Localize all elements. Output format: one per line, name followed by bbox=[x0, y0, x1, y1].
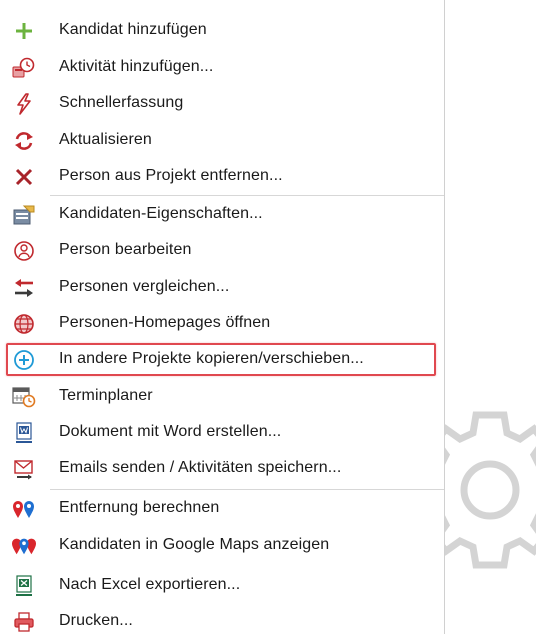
menu-item-person-bearbeiten[interactable]: Person bearbeiten bbox=[0, 233, 444, 269]
menu-item-label: Personen-Homepages öffnen bbox=[59, 314, 271, 331]
gear-watermark-icon bbox=[430, 411, 536, 569]
menu-item-emails-senden[interactable]: Emails senden / Aktivitäten speichern... bbox=[0, 451, 444, 487]
menu-item-personen-vergleichen[interactable]: Personen vergleichen... bbox=[0, 270, 444, 306]
menu-item-label: Nach Excel exportieren... bbox=[59, 576, 241, 593]
remove-x-icon bbox=[12, 166, 36, 188]
menu-item-drucken[interactable]: Drucken... bbox=[0, 604, 444, 640]
word-document-icon bbox=[12, 422, 36, 444]
map-pins-icon bbox=[12, 498, 36, 520]
menu-item-label: Dokument mit Word erstellen... bbox=[59, 423, 282, 440]
menu-separator bbox=[50, 489, 444, 490]
menu-item-kandidaten-eigenschaften[interactable]: Kandidaten-Eigenschaften... bbox=[0, 197, 444, 233]
menu-item-google-maps[interactable]: Kandidaten in Google Maps anzeigen bbox=[0, 528, 444, 564]
menu-item-entfernung-berechnen[interactable]: Entfernung berechnen bbox=[0, 491, 444, 527]
menu-item-label: Entfernung berechnen bbox=[59, 499, 220, 516]
menu-item-label: Aktualisieren bbox=[59, 131, 152, 148]
map-pins-multi-icon bbox=[12, 535, 36, 557]
menu-item-label: Personen vergleichen... bbox=[59, 278, 230, 295]
globe-icon bbox=[12, 313, 36, 335]
compare-arrows-icon bbox=[12, 277, 36, 299]
lightning-icon bbox=[12, 93, 36, 115]
email-icon bbox=[12, 458, 36, 480]
menu-item-label: Person aus Projekt entfernen... bbox=[59, 167, 283, 184]
menu-item-dokument-word[interactable]: Dokument mit Word erstellen... bbox=[0, 415, 444, 451]
activity-clock-icon bbox=[12, 57, 36, 79]
context-menu: Kandidat hinzufügen Aktivität hinzufügen… bbox=[0, 0, 445, 634]
menu-item-label: Schnellerfassung bbox=[59, 94, 184, 111]
menu-item-person-entfernen[interactable]: Person aus Projekt entfernen... bbox=[0, 159, 444, 195]
menu-item-label: Emails senden / Aktivitäten speichern... bbox=[59, 459, 342, 476]
menu-item-excel-export[interactable]: Nach Excel exportieren... bbox=[0, 568, 444, 604]
calendar-clock-icon bbox=[12, 386, 36, 408]
menu-item-schnellerfassung[interactable]: Schnellerfassung bbox=[0, 86, 444, 122]
menu-item-aktualisieren[interactable]: Aktualisieren bbox=[0, 123, 444, 159]
menu-item-label: Kandidaten-Eigenschaften... bbox=[59, 205, 263, 222]
properties-icon bbox=[12, 204, 36, 226]
refresh-icon bbox=[12, 130, 36, 152]
printer-icon bbox=[12, 611, 36, 633]
menu-item-terminplaner[interactable]: Terminplaner bbox=[0, 379, 444, 415]
menu-item-label: In andere Projekte kopieren/verschieben.… bbox=[59, 350, 364, 367]
circle-plus-icon bbox=[12, 349, 36, 371]
excel-icon bbox=[12, 575, 36, 597]
menu-item-label: Terminplaner bbox=[59, 387, 153, 404]
menu-item-label: Drucken... bbox=[59, 612, 133, 629]
menu-item-homepages-oeffnen[interactable]: Personen-Homepages öffnen bbox=[0, 306, 444, 342]
plus-icon bbox=[12, 20, 36, 42]
menu-item-aktivitaet-hinzufuegen[interactable]: Aktivität hinzufügen... bbox=[0, 50, 444, 86]
menu-item-label: Kandidat hinzufügen bbox=[59, 21, 207, 38]
person-edit-icon bbox=[12, 240, 36, 262]
menu-item-kandidat-hinzufuegen[interactable]: Kandidat hinzufügen bbox=[0, 13, 444, 49]
menu-item-in-andere-projekte-kopieren[interactable]: In andere Projekte kopieren/verschieben.… bbox=[0, 342, 444, 378]
menu-item-label: Person bearbeiten bbox=[59, 241, 192, 258]
menu-item-label: Kandidaten in Google Maps anzeigen bbox=[59, 536, 330, 553]
menu-separator bbox=[50, 195, 444, 196]
menu-item-label: Aktivität hinzufügen... bbox=[59, 58, 214, 75]
